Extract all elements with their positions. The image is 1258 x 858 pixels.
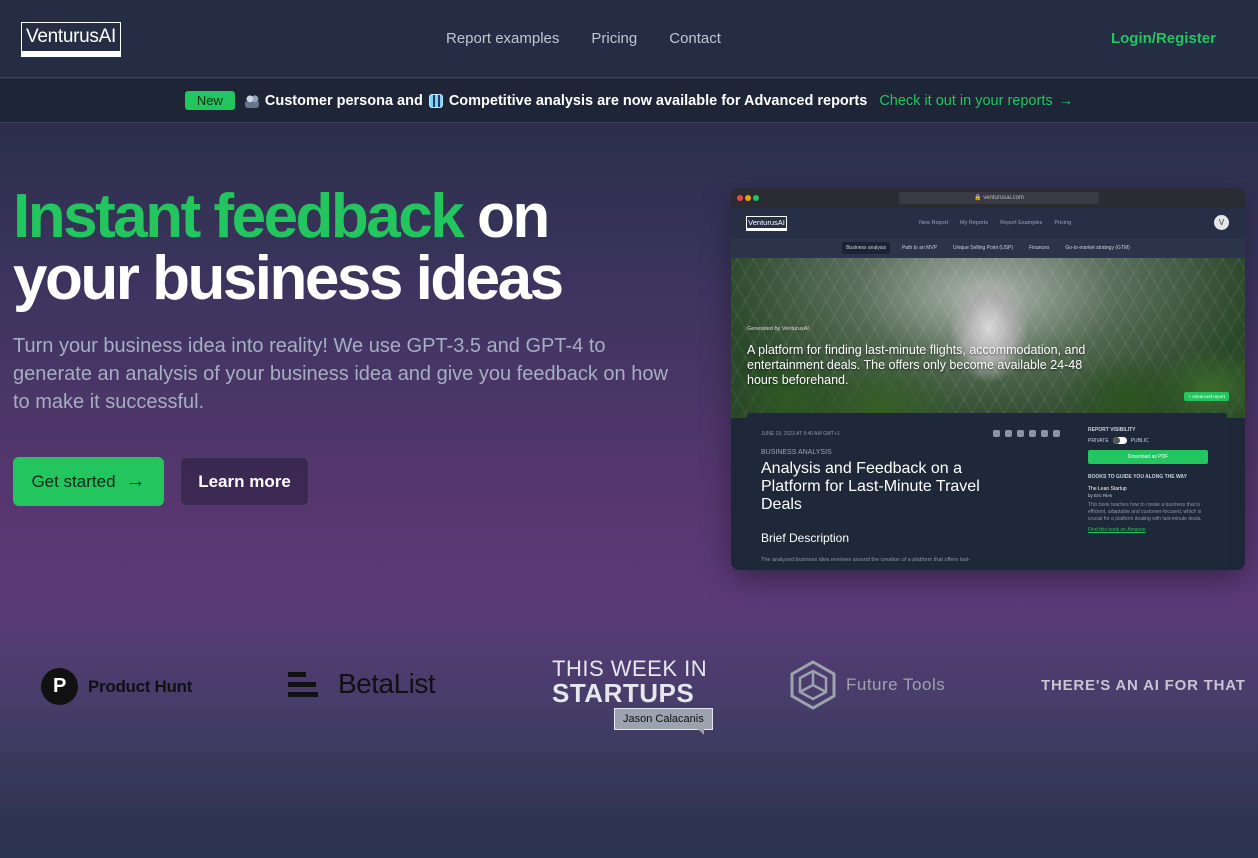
public-label: PUBLIC [1130,437,1149,444]
visibility-toggle-row: PRIVATE PUBLIC [1088,437,1213,444]
top-nav: VenturusAI Report examples Pricing Conta… [0,0,1258,78]
check-reports-label: Check it out in your reports [879,92,1053,109]
mock-nav-link: Report Examples [1000,220,1043,226]
future-tools-label: Future Tools [846,675,946,694]
minimize-dot [745,195,751,201]
share-icons [993,430,1060,437]
download-pdf-button: Download as PDF [1088,450,1208,464]
new-badge: New [184,91,235,110]
hero-headline-on: on [462,182,550,251]
building-icon [428,93,443,108]
product-hunt-label: Product Hunt [88,676,193,696]
product-screenshot: 🔒 venturusai.com VenturusAI New Report M… [731,188,1245,570]
mock-sidebar: REPORT VISIBILITY PRIVATE PUBLIC Downloa… [1088,427,1213,533]
get-started-button[interactable]: Get started → [13,457,164,506]
advanced-report-badge: + Advanced report [1184,392,1229,401]
book-author: by Eric Ries [1088,493,1113,498]
link-icon [1053,430,1060,437]
hero-headline: Instant feedback on your business ideas [13,186,564,313]
future-tools-icon [790,660,836,710]
theres-an-ai-for-that-logo[interactable]: THERE'S AN AI FOR THAT [1041,677,1246,694]
private-label: PRIVATE [1088,437,1109,444]
mock-nav-links: New Report My Reports Report Examples Pr… [919,220,1071,226]
nav-links: Report examples Pricing Contact [446,30,721,47]
venturusai-logo[interactable]: VenturusAI [21,22,121,57]
nav-link-pricing[interactable]: Pricing [591,30,637,47]
mock-hero-image: Generated by VenturusAI A platform for f… [731,258,1245,418]
book-amazon-link: Find this book on Amazon [1088,527,1146,533]
learn-more-button[interactable]: Learn more [180,457,309,506]
this-week-in-startups-logo[interactable]: THIS WEEK IN STARTUPS Jason Calacanis [552,656,713,735]
maximize-dot [753,195,759,201]
betalist-icon [288,671,318,697]
visibility-toggle [1112,437,1127,444]
check-reports-link[interactable]: Check it out in your reports → [879,93,1073,109]
url-bar: 🔒 venturusai.com [899,192,1099,204]
mock-nav-link: New Report [919,220,949,226]
linkedin-icon [1029,430,1036,437]
mock-hero-headline: A platform for finding last-minute fligh… [747,343,1086,387]
mock-nav: VenturusAI New Report My Reports Report … [731,208,1245,238]
banner-text-part1: Customer persona and [264,92,423,109]
mock-report-card: JUNE 19, 2023 AT 9:40 AM GMT+1 BUSINESS … [747,413,1227,570]
email-icon [1041,430,1048,437]
mock-nav-link: Pricing [1054,220,1072,226]
betalist-label: BetaList [338,668,436,699]
close-dot [737,195,743,201]
mock-tab: Unique Selling Point (USP) [953,245,1014,251]
betalist-logo[interactable]: BetaList [288,668,436,700]
twis-tag: Jason Calacanis [614,708,713,735]
visibility-label: REPORT VISIBILITY [1088,427,1136,433]
arrow-right-icon: → [125,470,146,492]
twis-line1: THIS WEEK IN [552,656,708,681]
future-tools-logo[interactable]: Future Tools [790,660,945,710]
mock-brief-heading: Brief Description [761,531,850,545]
generated-by: Generated by VenturusAI [747,326,809,332]
nav-link-contact[interactable]: Contact [669,30,721,47]
mock-tab: Finances [1029,245,1050,251]
featured-logos: P Product Hunt BetaList THIS WEEK IN STA… [0,650,1258,740]
people-icon [244,93,259,108]
banner-text-part2: Competitive analysis are now available f… [448,92,868,109]
mock-tab: Path to an MVP [901,245,937,251]
mock-date: JUNE 19, 2023 AT 9:40 AM GMT+1 [761,431,840,437]
mock-brief-text: The analyzed business idea revolves arou… [761,557,971,563]
nav-link-report-examples[interactable]: Report examples [446,30,559,47]
twis-line2: STARTUPS [552,678,695,708]
mock-tab: Go-to-market strategy (GTM) [1065,245,1130,251]
mock-tab: Business analysis [842,242,890,254]
browser-bar: 🔒 venturusai.com [731,188,1245,208]
product-hunt-logo[interactable]: P Product Hunt [41,668,192,705]
arrow-right-icon: → [1058,92,1074,109]
facebook-icon [993,430,1000,437]
reddit-icon [1017,430,1024,437]
product-hunt-icon: P [41,668,78,705]
hero-headline-line2: your business ideas [13,244,564,313]
mock-title: Analysis and Feedback on a Platform for … [761,460,980,513]
mock-nav-link: My Reports [960,220,989,226]
book-title: The Lean Startup [1088,486,1127,492]
twitter-icon [1005,430,1012,437]
mock-avatar: V [1214,215,1229,230]
login-register-link[interactable]: Login/Register [1111,30,1216,47]
hero-subtitle: Turn your business idea into reality! We… [13,335,668,413]
mock-logo: VenturusAI [746,216,787,231]
mock-tabs: Business analysis Path to an MVP Unique … [731,238,1245,258]
book-description: This book teaches how to create a busine… [1088,502,1202,522]
announcement-banner: New Customer persona and Competitive ana… [0,79,1258,123]
get-started-label: Get started [31,471,116,491]
mock-category: BUSINESS ANALYSIS [761,449,832,456]
books-heading: BOOKS TO GUIDE YOU ALONG THE WAY [1088,474,1187,480]
hero-headline-green: Instant feedback [13,182,465,251]
